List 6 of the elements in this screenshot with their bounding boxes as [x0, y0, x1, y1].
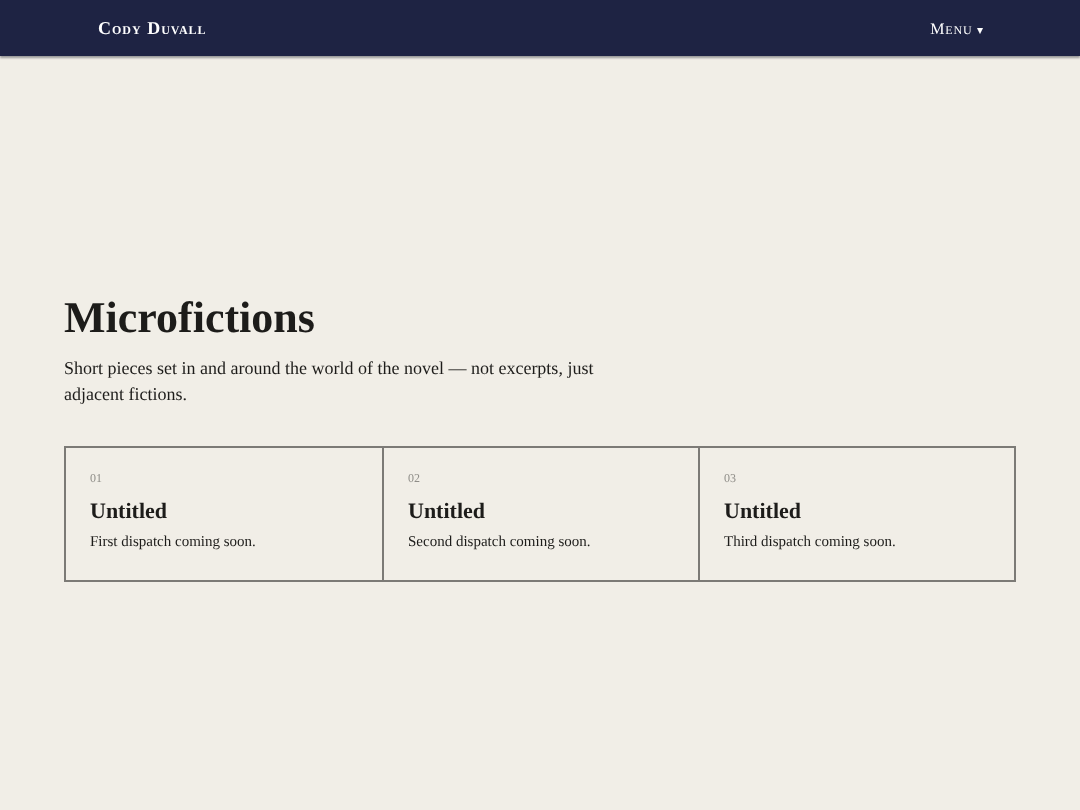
intro-text: Short pieces set in and around the world of the novel — not excerpts, just adjacent fictions.: [64, 356, 596, 408]
card-title[interactable]: Untitled: [90, 500, 358, 524]
card-title[interactable]: Untitled: [724, 500, 990, 524]
card-title[interactable]: Untitled: [408, 500, 674, 524]
page-heading: Microfictions: [64, 292, 317, 344]
site-title[interactable]: Cody Duvall: [98, 18, 207, 38]
